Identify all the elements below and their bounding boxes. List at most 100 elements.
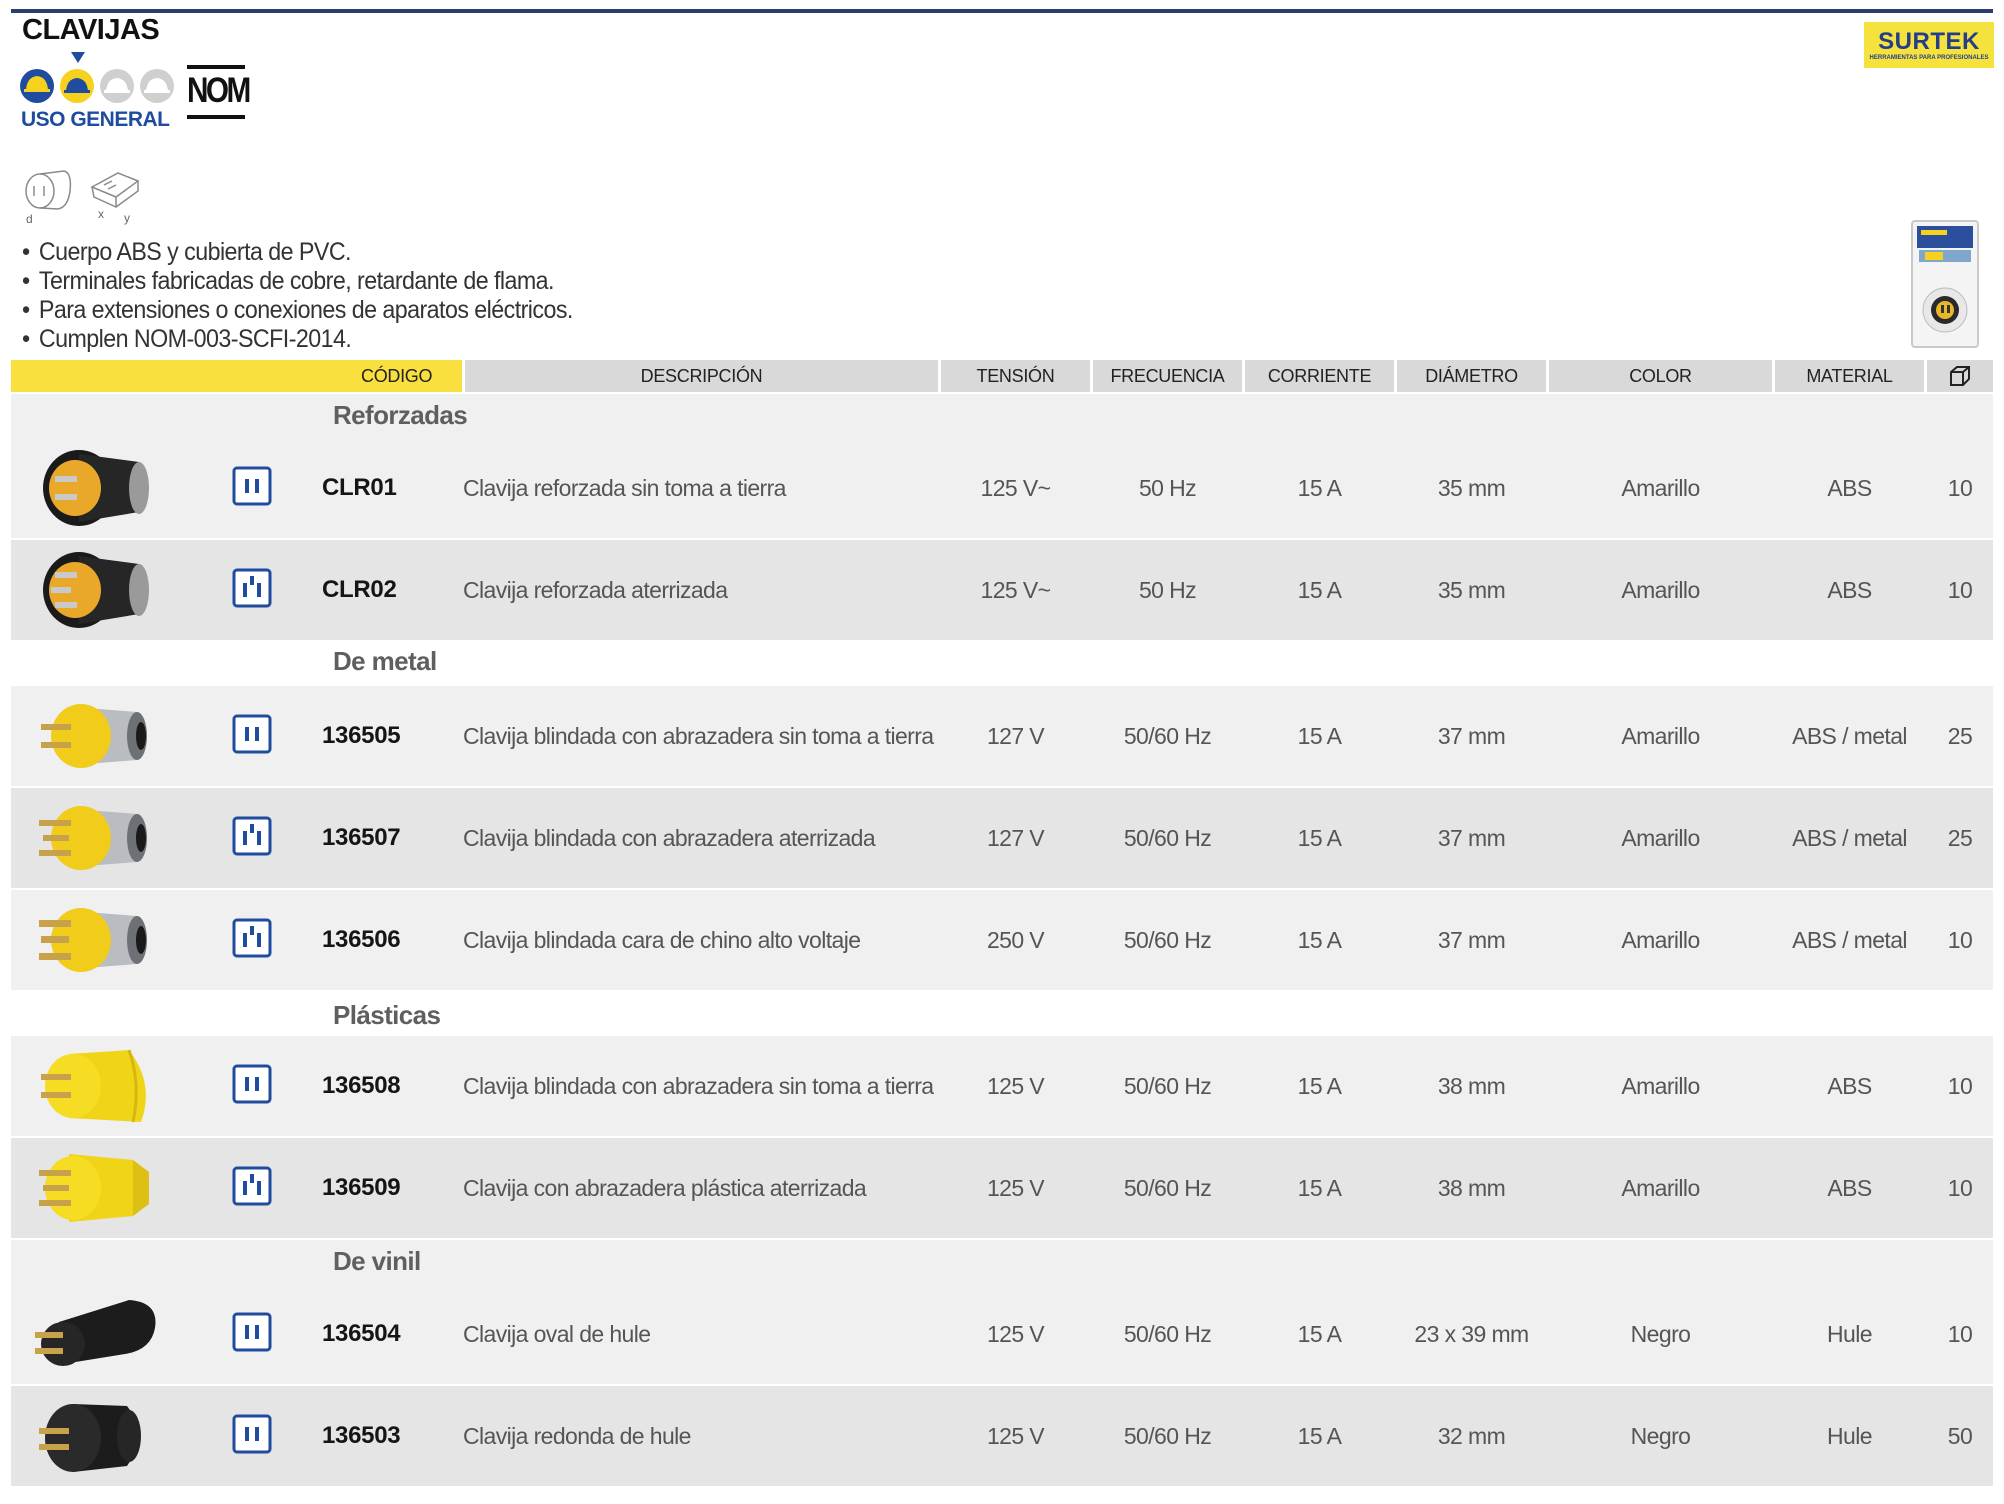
spec-sheet-icon[interactable] — [232, 568, 272, 608]
frequency-value: 50/60 Hz — [1123, 1320, 1212, 1347]
product-code: 136503 — [322, 1422, 401, 1449]
spec-sheet-icon[interactable] — [232, 466, 272, 506]
product-code: 136508 — [322, 1072, 401, 1099]
plug-product-image — [35, 1300, 156, 1366]
material-value: ABS / metal — [1792, 722, 1907, 749]
package-qty: 10 — [1947, 1320, 1973, 1347]
spec-sheet-icon[interactable] — [232, 1414, 272, 1454]
frequency-value: 50/60 Hz — [1123, 926, 1212, 953]
package-qty: 10 — [1947, 926, 1973, 953]
package-qty: 10 — [1947, 576, 1973, 603]
voltage-value: 127 V — [986, 824, 1045, 851]
page-title: CLAVIJAS — [22, 14, 160, 46]
voltage-value: 125 V~ — [980, 474, 1052, 501]
product-description: Clavija con abrazadera plástica aterriza… — [463, 1174, 867, 1201]
table-row[interactable]: 136505 Clavija blindada con abrazadera s… — [11, 686, 1993, 788]
plug-product-image — [39, 1404, 141, 1472]
table-row[interactable]: CLR01 Clavija reforzada sin toma a tierr… — [11, 438, 1993, 540]
feature-item: Para extensiones o conexiones de aparato… — [22, 296, 573, 325]
plug-product-image — [41, 704, 147, 768]
spec-sheet-icon[interactable] — [232, 714, 272, 754]
frequency-value: 50 Hz — [1138, 576, 1197, 603]
product-description: Clavija reforzada sin toma a tierra — [463, 474, 786, 501]
column-header-voltage: TENSIÓN — [941, 360, 1090, 392]
package-qty: 10 — [1947, 474, 1973, 501]
table-row[interactable]: CLR02 Clavija reforzada aterrizada 125 V… — [11, 540, 1993, 642]
spec-sheet-icon[interactable] — [232, 918, 272, 958]
product-description: Clavija blindada con abrazadera aterriza… — [463, 824, 876, 851]
current-value: 15 A — [1297, 926, 1342, 953]
dimension-diagram-icons: d x y — [25, 170, 140, 225]
color-value: Negro — [1630, 1422, 1691, 1449]
material-value: ABS — [1827, 1072, 1872, 1099]
diameter-value: 38 mm — [1437, 1072, 1506, 1099]
frequency-value: 50 Hz — [1138, 474, 1197, 501]
package-qty: 10 — [1947, 1174, 1973, 1201]
frequency-value: 50/60 Hz — [1123, 1072, 1212, 1099]
nom-certification-logo: NOM — [187, 65, 251, 119]
spec-sheet-icon[interactable] — [232, 816, 272, 856]
column-header-package — [1927, 360, 1993, 392]
plug-product-image — [43, 450, 149, 526]
table-row[interactable]: 136503 Clavija redonda de hule 125 V 50/… — [11, 1386, 1993, 1488]
table-row[interactable]: 136508 Clavija blindada con abrazadera s… — [11, 1036, 1993, 1138]
frequency-value: 50/60 Hz — [1123, 824, 1212, 851]
usage-level-icons — [20, 69, 174, 103]
package-qty: 10 — [1947, 1072, 1973, 1099]
helmet-level-3-icon — [100, 69, 134, 103]
column-header-description: DESCRIPCIÓN — [465, 360, 938, 392]
color-value: Amarillo — [1621, 722, 1700, 749]
table-row[interactable]: 136504 Clavija oval de hule 125 V 50/60 … — [11, 1284, 1993, 1386]
spec-sheet-icon[interactable] — [232, 1064, 272, 1104]
product-code: 136505 — [322, 722, 401, 749]
helmet-level-1-icon — [20, 69, 54, 103]
current-value: 15 A — [1297, 1174, 1342, 1201]
current-value: 15 A — [1297, 824, 1342, 851]
voltage-value: 125 V~ — [980, 576, 1052, 603]
product-description: Clavija blindada cara de chino alto volt… — [463, 926, 861, 953]
current-value: 15 A — [1297, 576, 1342, 603]
plug-product-image — [41, 1049, 146, 1123]
box-icon — [1950, 366, 1970, 386]
section-title-reforzadas: Reforzadas — [333, 400, 468, 430]
material-value: ABS / metal — [1792, 926, 1907, 953]
column-header-diameter: DIÁMETRO — [1397, 360, 1546, 392]
diameter-value: 38 mm — [1437, 1174, 1506, 1201]
svg-text:y: y — [124, 211, 130, 225]
plug-diameter-icon — [25, 170, 72, 210]
helmet-level-2-icon — [60, 69, 94, 103]
package-qty: 25 — [1947, 722, 1973, 749]
color-value: Amarillo — [1621, 926, 1700, 953]
column-header-frequency: FRECUENCIA — [1093, 360, 1242, 392]
table-header: CÓDIGO DESCRIPCIÓN TENSIÓN FRECUENCIA CO… — [11, 360, 1993, 392]
column-header-code: CÓDIGO — [11, 360, 462, 392]
usage-label: USO GENERAL — [21, 108, 170, 131]
product-description: Clavija redonda de hule — [463, 1422, 691, 1449]
table-row[interactable]: 136506 Clavija blindada cara de chino al… — [11, 890, 1993, 992]
diameter-value: 37 mm — [1437, 926, 1506, 953]
product-code: 136507 — [322, 824, 401, 851]
color-value: Negro — [1630, 1320, 1691, 1347]
product-code: 136506 — [322, 926, 401, 953]
product-description: Clavija blindada con abrazadera sin toma… — [463, 722, 934, 749]
table-row[interactable]: 136509 Clavija con abrazadera plástica a… — [11, 1138, 1993, 1240]
voltage-value: 125 V — [986, 1320, 1045, 1347]
voltage-value: 250 V — [986, 926, 1045, 953]
product-code: CLR01 — [322, 474, 397, 501]
section-band: De metal — [11, 642, 1993, 686]
plug-product-image — [39, 908, 147, 972]
plug-product-image — [39, 1154, 149, 1222]
top-rule — [11, 9, 1993, 13]
svg-text:x: x — [98, 207, 104, 221]
product-description: Clavija blindada con abrazadera sin toma… — [463, 1072, 934, 1099]
material-value: Hule — [1827, 1320, 1873, 1347]
diameter-value: 37 mm — [1437, 824, 1506, 851]
feature-item: Cumplen NOM-003-SCFI-2014. — [22, 325, 573, 354]
spec-sheet-icon[interactable] — [232, 1312, 272, 1352]
table-row[interactable]: 136507 Clavija blindada con abrazadera a… — [11, 788, 1993, 890]
color-value: Amarillo — [1621, 1072, 1700, 1099]
product-description: Clavija reforzada aterrizada — [463, 576, 728, 603]
voltage-value: 125 V — [986, 1174, 1045, 1201]
package-qty: 50 — [1947, 1422, 1973, 1449]
spec-sheet-icon[interactable] — [232, 1166, 272, 1206]
